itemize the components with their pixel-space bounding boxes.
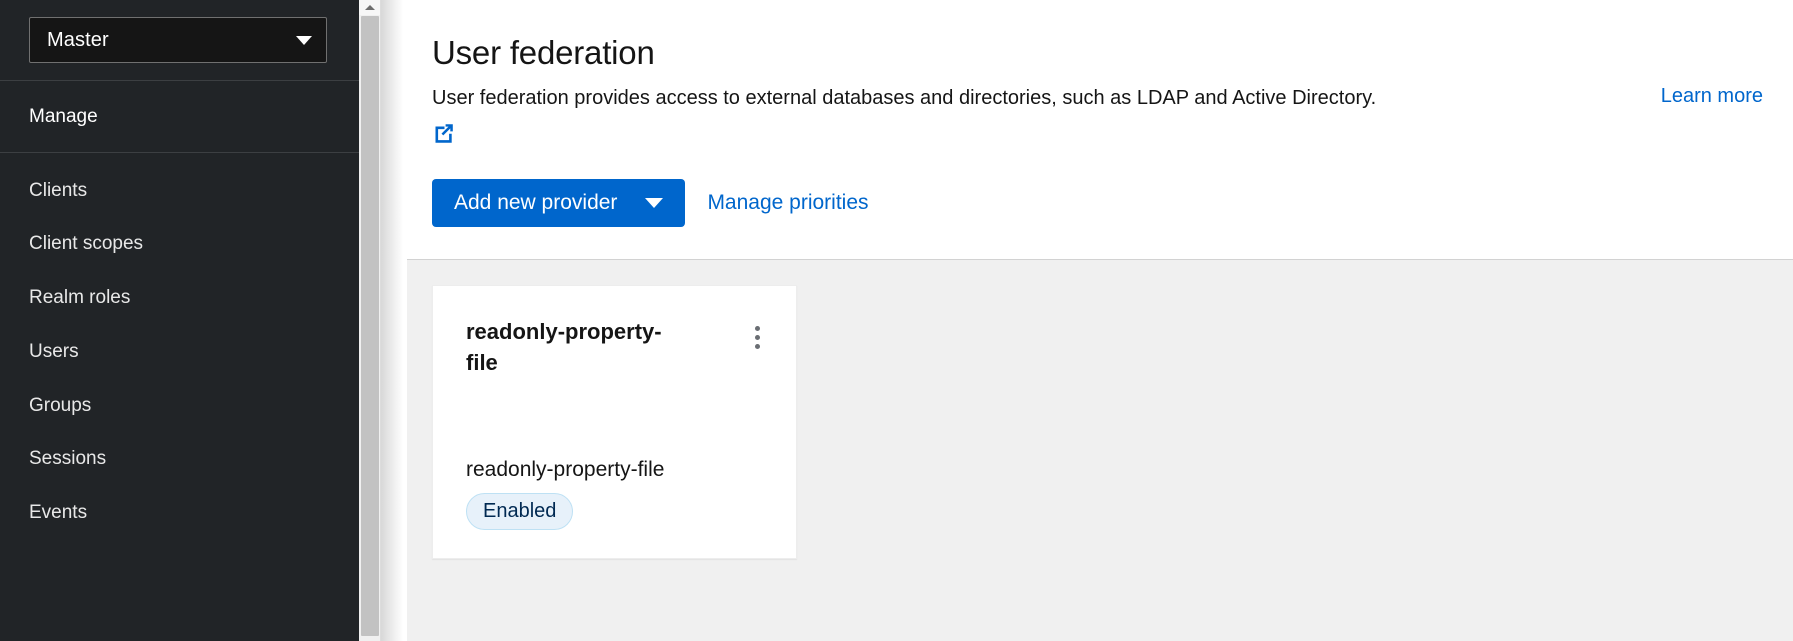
sidebar-item-sessions[interactable]: Sessions	[0, 433, 359, 487]
manage-priorities-button[interactable]: Manage priorities	[707, 192, 868, 213]
sidebar-nav-list: Clients Client scopes Realm roles Users …	[0, 153, 359, 541]
add-new-provider-button[interactable]: Add new provider	[432, 179, 685, 227]
sidebar-item-users[interactable]: Users	[0, 325, 359, 379]
status-badge: Enabled	[466, 493, 573, 530]
provider-card-subtitle: readonly-property-file	[466, 456, 766, 483]
nav-section-manage-label: Manage	[0, 81, 359, 153]
provider-card-grid: readonly-property-file readonly-property…	[432, 285, 1763, 559]
page-title: User federation	[432, 34, 1763, 72]
sidebar-item-groups[interactable]: Groups	[0, 379, 359, 433]
realm-selector-value: Master	[47, 30, 109, 50]
realm-selector-container: Master	[0, 0, 359, 81]
provider-card-body: readonly-property-file Enabled	[466, 426, 766, 530]
page-body: readonly-property-file readonly-property…	[381, 260, 1793, 641]
sidebar: Master Manage Clients Client scopes Real…	[0, 0, 359, 641]
page-description-row: User federation provides access to exter…	[432, 84, 1763, 113]
learn-more-link[interactable]: Learn more	[1661, 84, 1763, 108]
provider-card-title: readonly-property-file	[466, 316, 666, 378]
chevron-down-icon	[645, 198, 663, 208]
external-link-icon[interactable]	[432, 121, 456, 145]
page-description: User federation provides access to exter…	[432, 84, 1376, 113]
add-new-provider-label: Add new provider	[454, 192, 617, 213]
sidebar-item-clients[interactable]: Clients	[0, 164, 359, 218]
page-scrollbar[interactable]	[359, 0, 381, 641]
chevron-down-icon	[296, 36, 312, 45]
toolbar: Add new provider Manage priorities	[432, 179, 1763, 227]
sidebar-item-events[interactable]: Events	[0, 487, 359, 541]
page-header: User federation User federation provides…	[381, 0, 1793, 260]
scroll-up-arrow-icon[interactable]	[359, 0, 380, 15]
main-content: User federation User federation provides…	[381, 0, 1793, 641]
sidebar-item-realm-roles[interactable]: Realm roles	[0, 272, 359, 326]
realm-selector[interactable]: Master	[29, 17, 327, 63]
scrollbar-thumb[interactable]	[361, 16, 379, 636]
provider-card-header: readonly-property-file	[466, 316, 766, 378]
sidebar-item-client-scopes[interactable]: Client scopes	[0, 218, 359, 272]
provider-card[interactable]: readonly-property-file readonly-property…	[432, 285, 797, 559]
kebab-menu-icon[interactable]	[749, 322, 766, 353]
